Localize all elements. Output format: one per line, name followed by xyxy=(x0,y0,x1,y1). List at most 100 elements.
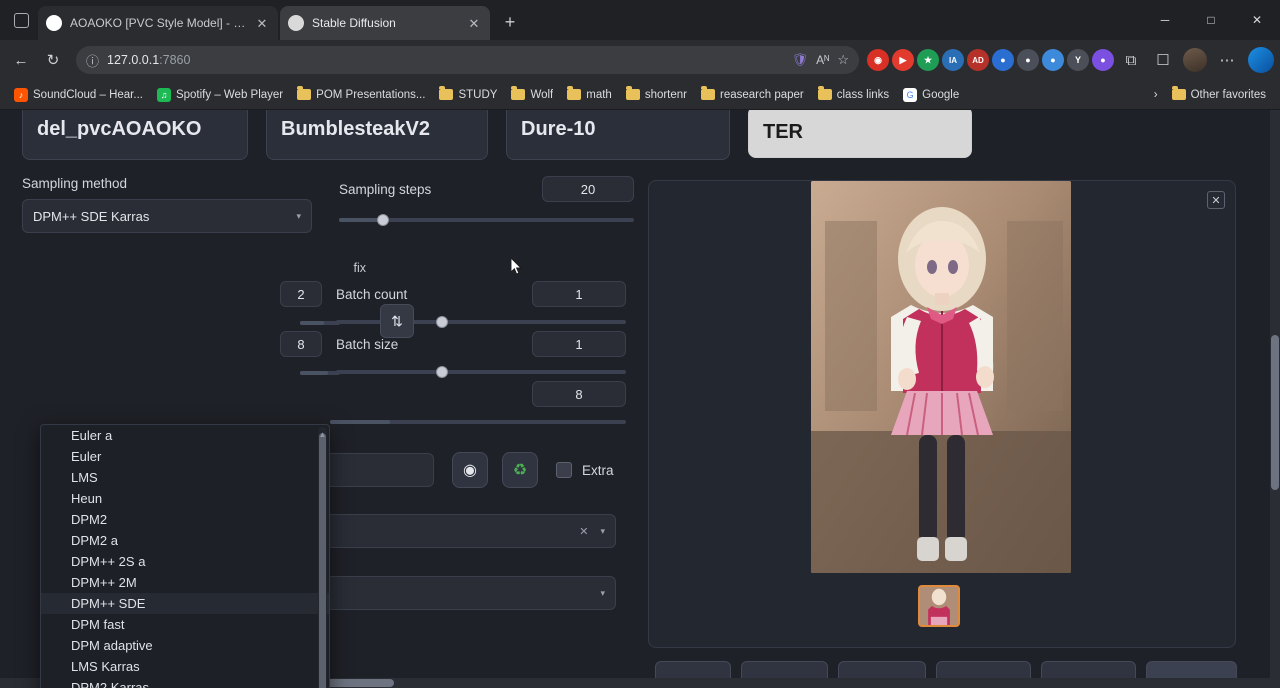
extension-icon-6[interactable]: ● xyxy=(992,49,1014,71)
sampling-steps-slider[interactable] xyxy=(339,218,634,222)
batch-count-value[interactable]: 1 xyxy=(532,281,626,307)
favorite-icon[interactable]: ☆ xyxy=(837,52,849,68)
extension-icon-y[interactable]: Y xyxy=(1067,49,1089,71)
other-favorites-button[interactable]: Other favorites xyxy=(1166,86,1272,104)
new-tab-button[interactable]: + xyxy=(496,8,524,36)
extension-icon-10[interactable]: ● xyxy=(1092,49,1114,71)
collections-icon[interactable]: ⧉ xyxy=(1116,45,1146,75)
close-icon[interactable]: ✕ xyxy=(466,15,482,31)
bookmark-wolf[interactable]: Wolf xyxy=(505,86,559,104)
scroll-up-icon[interactable]: ▲ xyxy=(318,429,327,439)
sampler-option-dpm2[interactable]: DPM2 xyxy=(41,509,329,530)
bookmarks-overflow-button[interactable]: › xyxy=(1148,86,1164,104)
read-aloud-icon[interactable]: Aᴺ xyxy=(816,53,829,67)
option-label: DPM fast xyxy=(71,617,124,632)
extension-icon-ia[interactable]: IA xyxy=(942,49,964,71)
bookmark-class-links[interactable]: class links xyxy=(812,86,895,104)
stable-diffusion-webui: del_pvcAOAOKO BumblesteakV2 Dure-10 TER … xyxy=(0,110,1280,688)
sampler-option-dpm2-a[interactable]: DPM2 a xyxy=(41,530,329,551)
model-card-bumblesteak[interactable]: BumblesteakV2 xyxy=(266,110,488,160)
tab-search-icon[interactable] xyxy=(4,3,38,37)
bookmark-math[interactable]: math xyxy=(561,86,618,104)
cfg-scale-value[interactable]: 8 xyxy=(532,381,626,407)
height-value[interactable]: 8 xyxy=(280,331,322,357)
google-favicon-icon: G xyxy=(46,15,62,31)
favorites-bar-icon[interactable]: ☐ xyxy=(1148,45,1178,75)
sampler-option-heun[interactable]: Heun xyxy=(41,488,329,509)
bookmarks-bar: ♪ SoundCloud – Hear... ♫ Spotify – Web P… xyxy=(0,80,1280,110)
bookmark-study[interactable]: STUDY xyxy=(433,86,503,104)
cfg-scale-slider[interactable] xyxy=(330,420,626,424)
script-dropdown-2[interactable]: ▾ xyxy=(320,576,616,610)
bookmark-label: class links xyxy=(837,89,889,101)
sampler-option-dpmpp-sde[interactable]: DPM++ SDE xyxy=(41,593,329,614)
random-seed-icon[interactable]: ♻ xyxy=(502,452,538,488)
width-slider[interactable] xyxy=(300,321,340,325)
sampler-option-euler[interactable]: Euler xyxy=(41,446,329,467)
sampling-steps-value[interactable]: 20 xyxy=(542,176,634,202)
extension-icon-2[interactable]: ▶ xyxy=(892,49,914,71)
extra-checkbox[interactable] xyxy=(556,462,572,478)
option-label: LMS xyxy=(71,470,98,485)
extension-icon-8[interactable]: ● xyxy=(1042,49,1064,71)
script-dropdown-1[interactable]: ✕ ▾ xyxy=(320,514,616,548)
model-card-dure[interactable]: Dure-10 xyxy=(506,110,730,160)
bookmark-spotify[interactable]: ♫ Spotify – Web Player xyxy=(151,85,289,105)
swap-dimensions-button[interactable]: ⇅ xyxy=(380,304,414,338)
sampling-method-value: DPM++ SDE Karras xyxy=(33,209,149,224)
batch-size-slider[interactable] xyxy=(336,370,626,374)
minimize-button[interactable]: ─ xyxy=(1142,0,1188,40)
sampler-option-lms[interactable]: LMS xyxy=(41,467,329,488)
vertical-scroll-thumb[interactable] xyxy=(1271,335,1279,490)
sampler-option-dpmpp-2s-a[interactable]: DPM++ 2S a xyxy=(41,551,329,572)
sampler-option-lms-karras[interactable]: LMS Karras xyxy=(41,656,329,677)
option-label: DPM++ SDE xyxy=(71,596,145,611)
model-card-aoaoko[interactable]: del_pvcAOAOKO xyxy=(22,110,248,160)
sampler-option-dpmpp-2m[interactable]: DPM++ 2M xyxy=(41,572,329,593)
clear-icon[interactable]: ✕ xyxy=(579,525,588,538)
bookmark-google[interactable]: G Google xyxy=(897,85,965,105)
tab-aoaoko[interactable]: G AOAOKO [PVC Style Model] - PV ✕ xyxy=(38,6,278,40)
bookmark-shortenr[interactable]: shortenr xyxy=(620,86,693,104)
sampler-option-dpm-fast[interactable]: DPM fast xyxy=(41,614,329,635)
extension-icon-1[interactable]: ◉ xyxy=(867,49,889,71)
extension-icon-7[interactable]: ● xyxy=(1017,49,1039,71)
extension-icon-ad[interactable]: AD xyxy=(967,49,989,71)
width-value[interactable]: 2 xyxy=(280,281,322,307)
extension-icon-3[interactable]: ★ xyxy=(917,49,939,71)
batch-size-value[interactable]: 1 xyxy=(532,331,626,357)
bookmark-label: SoundCloud – Hear... xyxy=(33,89,143,101)
sampling-method-option-list[interactable]: Euler a Euler LMS Heun DPM2 DPM2 a DPM++… xyxy=(40,424,330,688)
settings-and-more-icon[interactable]: ⋯ xyxy=(1212,45,1242,75)
window-close-button[interactable]: ✕ xyxy=(1234,0,1280,40)
generated-image[interactable] xyxy=(811,181,1071,573)
tab-stable-diffusion[interactable]: Stable Diffusion ✕ xyxy=(280,6,490,40)
reload-icon[interactable]: ↻ xyxy=(38,45,68,75)
bookmark-pom-presentations[interactable]: POM Presentations... xyxy=(291,86,431,104)
address-bar[interactable]: ⓘ 127.0.0.1:7860 🛡 Aᴺ ☆ xyxy=(76,46,859,74)
sampling-method-dropdown[interactable]: DPM++ SDE Karras ▾ xyxy=(22,199,312,233)
close-preview-icon[interactable]: ✕ xyxy=(1207,191,1225,209)
result-thumbnail[interactable] xyxy=(918,585,960,627)
page-vertical-scrollbar[interactable] xyxy=(1270,110,1280,688)
shield-icon[interactable]: 🛡 xyxy=(792,52,809,68)
maximize-button[interactable]: □ xyxy=(1188,0,1234,40)
bookmark-label: reasearch paper xyxy=(720,89,804,101)
sampler-option-dpm2-karras[interactable]: DPM2 Karras xyxy=(41,677,329,688)
sampler-option-dpm-adaptive[interactable]: DPM adaptive xyxy=(41,635,329,656)
avatar[interactable] xyxy=(1183,48,1207,72)
option-list-scrollbar[interactable] xyxy=(318,427,327,688)
chevron-down-icon: ▾ xyxy=(600,526,605,537)
sampler-option-euler-a[interactable]: Euler a xyxy=(41,425,329,446)
copilot-icon[interactable] xyxy=(1248,47,1274,73)
bookmark-soundcloud[interactable]: ♪ SoundCloud – Hear... xyxy=(8,85,149,105)
height-slider[interactable] xyxy=(300,371,340,375)
bookmark-label: Spotify – Web Player xyxy=(176,89,283,101)
recycle-seed-icon[interactable]: ◉ xyxy=(452,452,488,488)
site-info-icon[interactable]: ⓘ xyxy=(86,51,99,70)
close-icon[interactable]: ✕ xyxy=(254,15,270,31)
bookmark-research-paper[interactable]: reasearch paper xyxy=(695,86,810,104)
back-icon[interactable]: ← xyxy=(6,45,36,75)
model-card-ter[interactable]: TER xyxy=(748,110,972,158)
bookmark-label: POM Presentations... xyxy=(316,89,425,101)
